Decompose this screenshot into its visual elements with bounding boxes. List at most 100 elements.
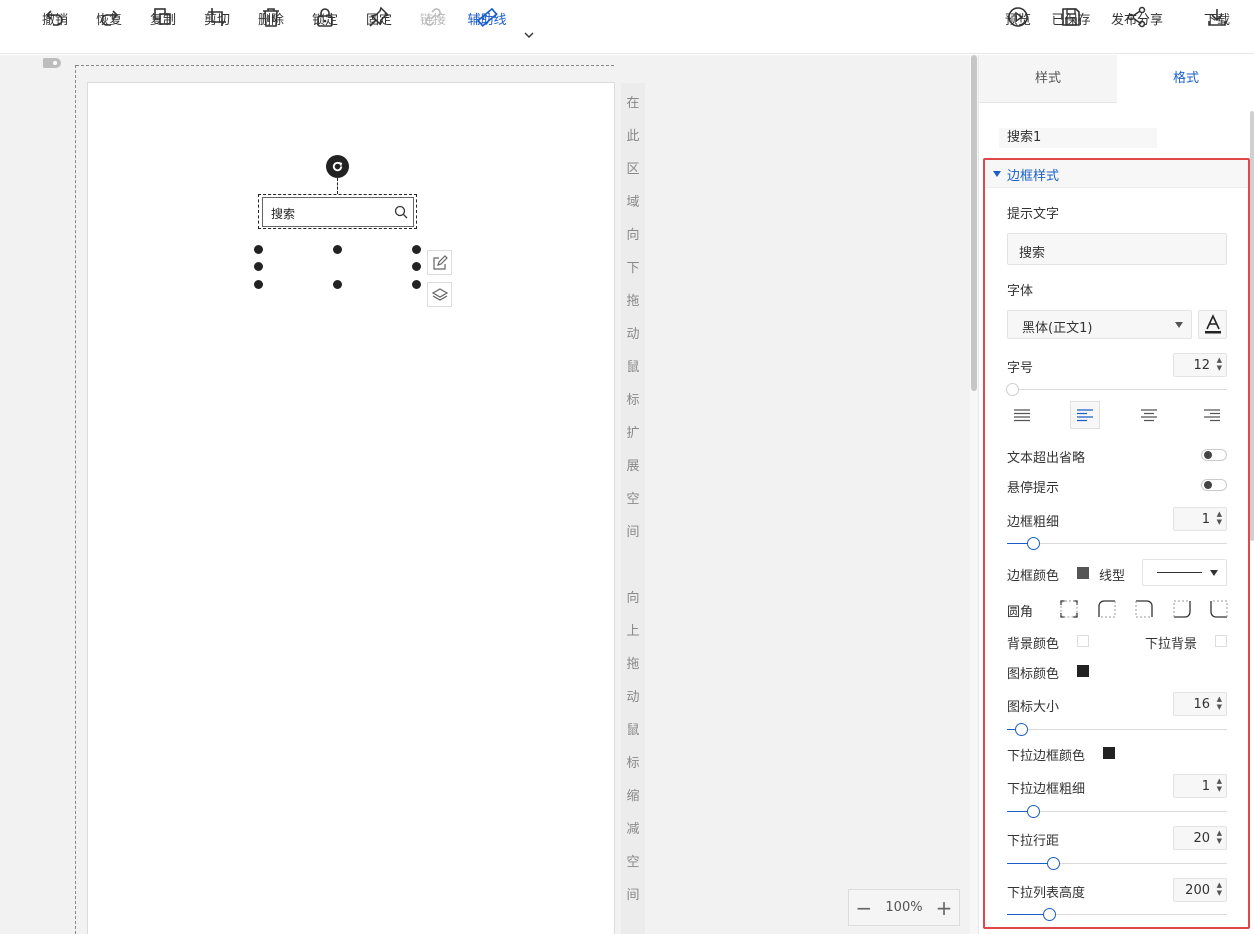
zoom-control: − 100% + — [848, 889, 960, 926]
dropdown-line-height-slider-knob[interactable] — [1047, 857, 1060, 870]
corner-all-icon[interactable] — [1060, 600, 1078, 618]
search-widget[interactable]: 搜索 — [262, 197, 414, 227]
stepper-arrows-icon[interactable]: ▲ ▼ — [1217, 881, 1222, 897]
dropdown-line-height-stepper[interactable]: 20 ▲ ▼ — [1173, 826, 1227, 850]
hint-char: 间 — [626, 888, 640, 903]
canvas-scrollbar-thumb[interactable] — [971, 55, 977, 391]
align-justify-button[interactable] — [1007, 401, 1037, 429]
dropdown-list-height-slider[interactable] — [1007, 908, 1227, 921]
line-type-select[interactable] — [1142, 559, 1227, 586]
border-width-slider-knob[interactable] — [1027, 537, 1040, 550]
hint-char: 空 — [626, 492, 640, 507]
dropdown-arrow-icon — [1175, 322, 1183, 328]
bg-color-swatch[interactable] — [1077, 635, 1089, 647]
align-left-button[interactable] — [1070, 401, 1100, 429]
rotate-icon — [332, 161, 343, 172]
dropdown-list-height-slider-knob[interactable] — [1043, 908, 1056, 921]
ruler-tag-icon[interactable] — [43, 58, 61, 68]
dropdown-border-width-slider[interactable] — [1007, 805, 1227, 818]
font-color-button[interactable] — [1198, 310, 1227, 339]
resize-handle-r[interactable] — [412, 262, 421, 271]
download-button[interactable]: 下载 — [1204, 6, 1230, 50]
dropdown-border-width-slider-knob[interactable] — [1027, 805, 1040, 818]
stepper-arrows-icon[interactable]: ▲ ▼ — [1217, 777, 1222, 793]
icon-size-slider-knob[interactable] — [1015, 723, 1028, 736]
pin-button[interactable]: 固定 — [366, 6, 393, 50]
align-right-button[interactable] — [1197, 401, 1227, 429]
resize-handle-l[interactable] — [254, 262, 263, 271]
resize-hint-column[interactable]: 在此区域向下拖动鼠标扩展空间向上拖动鼠标缩减空间 — [621, 83, 645, 934]
stepper-arrows-icon[interactable]: ▲ ▼ — [1217, 356, 1222, 372]
pin-label: 固定 — [366, 13, 393, 28]
font-select[interactable]: 黑体(正文1) — [1007, 310, 1192, 339]
zoom-out-button[interactable]: − — [856, 896, 873, 920]
tab-style[interactable]: 样式 — [979, 55, 1117, 103]
link-button[interactable]: 链接 — [420, 6, 446, 50]
dropdown-line-height-slider[interactable] — [1007, 857, 1227, 870]
dropdown-border-width-value: 1 — [1201, 779, 1210, 794]
hint-char: 缩 — [626, 789, 640, 804]
share-button[interactable]: 发布分享 — [1111, 6, 1163, 50]
corner-top-left-icon[interactable] — [1098, 600, 1116, 618]
border-color-swatch[interactable] — [1077, 567, 1089, 579]
canvas-area[interactable]: 在此区域向下拖动鼠标扩展空间向上拖动鼠标缩减空间 − 100% + — [0, 55, 970, 934]
guide-dropdown-button[interactable] — [522, 30, 536, 44]
align-center-button[interactable] — [1134, 401, 1164, 429]
section-header[interactable]: 边框样式 — [985, 160, 1248, 188]
font-size-slider-knob[interactable] — [1006, 383, 1019, 396]
text-ellipsis-toggle[interactable] — [1201, 449, 1227, 461]
tab-format[interactable]: 格式 — [1117, 55, 1254, 103]
dropdown-list-height-stepper[interactable]: 200 ▲ ▼ — [1173, 878, 1227, 902]
border-width-slider[interactable] — [1007, 537, 1227, 550]
preview-button[interactable]: 预览 — [1005, 6, 1031, 50]
corner-bottom-right-icon[interactable] — [1173, 600, 1191, 618]
dropdown-bg-swatch[interactable] — [1215, 635, 1227, 647]
hover-tip-toggle[interactable] — [1201, 479, 1227, 491]
font-size-stepper[interactable]: 12 ▲ ▼ — [1173, 353, 1227, 377]
stepper-arrows-icon[interactable]: ▲ ▼ — [1217, 829, 1222, 845]
resize-handle-br[interactable] — [412, 280, 421, 289]
delete-button[interactable]: 删除 — [258, 6, 284, 50]
hint-char: 向 — [626, 228, 640, 243]
icon-size-stepper[interactable]: 16 ▲ ▼ — [1173, 692, 1227, 716]
copy-button[interactable]: 复制 — [150, 6, 176, 50]
guide-button[interactable]: 辅助线 — [468, 6, 507, 50]
stepper-arrows-icon[interactable]: ▲ ▼ — [1217, 695, 1222, 711]
border-width-stepper[interactable]: 1 ▲ ▼ — [1173, 507, 1227, 531]
font-size-slider[interactable] — [1006, 383, 1227, 396]
undo-button[interactable]: 撤销 — [42, 6, 68, 50]
rotate-handle[interactable] — [326, 155, 349, 178]
search-widget-text: 搜索 — [271, 207, 296, 221]
panel-scrollbar[interactable] — [1250, 111, 1254, 541]
guide-line-vertical[interactable] — [75, 65, 76, 934]
edit-widget-button[interactable] — [427, 250, 452, 275]
dropdown-line-height-label: 下拉行距 — [1007, 834, 1060, 849]
corner-top-right-icon[interactable] — [1135, 600, 1153, 618]
lock-button[interactable]: 锁定 — [312, 6, 338, 50]
align-right-icon — [1204, 409, 1220, 422]
hint-char: 拖 — [626, 657, 640, 672]
redo-button[interactable]: 恢复 — [96, 6, 122, 50]
properties-panel: 样式 格式 搜索1 边框样式 提示文字 搜索 字体 黑体(正文1) 字号 12 … — [978, 55, 1254, 934]
resize-handle-tl[interactable] — [254, 245, 263, 254]
corner-bottom-left-icon[interactable] — [1210, 600, 1228, 618]
resize-handle-tr[interactable] — [412, 245, 421, 254]
guide-line-horizontal[interactable] — [76, 65, 614, 66]
canvas-scrollbar[interactable] — [970, 55, 978, 934]
resize-handle-t[interactable] — [333, 245, 342, 254]
resize-handle-b[interactable] — [333, 280, 342, 289]
component-name-field[interactable]: 搜索1 — [999, 128, 1157, 148]
dropdown-border-color-swatch[interactable] — [1103, 747, 1115, 759]
save-button[interactable]: 已保存 — [1052, 6, 1091, 50]
resize-handle-bl[interactable] — [254, 280, 263, 289]
layer-button[interactable] — [427, 282, 452, 307]
stepper-arrows-icon[interactable]: ▲ ▼ — [1217, 510, 1222, 526]
zoom-in-button[interactable]: + — [936, 896, 953, 920]
dropdown-border-width-stepper[interactable]: 1 ▲ ▼ — [1173, 774, 1227, 798]
icon-color-swatch[interactable] — [1077, 665, 1089, 677]
align-justify-icon — [1014, 409, 1030, 422]
icon-size-slider[interactable] — [1007, 723, 1227, 736]
cut-button[interactable]: 剪切 — [204, 6, 230, 50]
dropdown-border-width-label: 下拉边框粗细 — [1007, 782, 1086, 797]
hint-text-input[interactable]: 搜索 — [1007, 233, 1227, 265]
